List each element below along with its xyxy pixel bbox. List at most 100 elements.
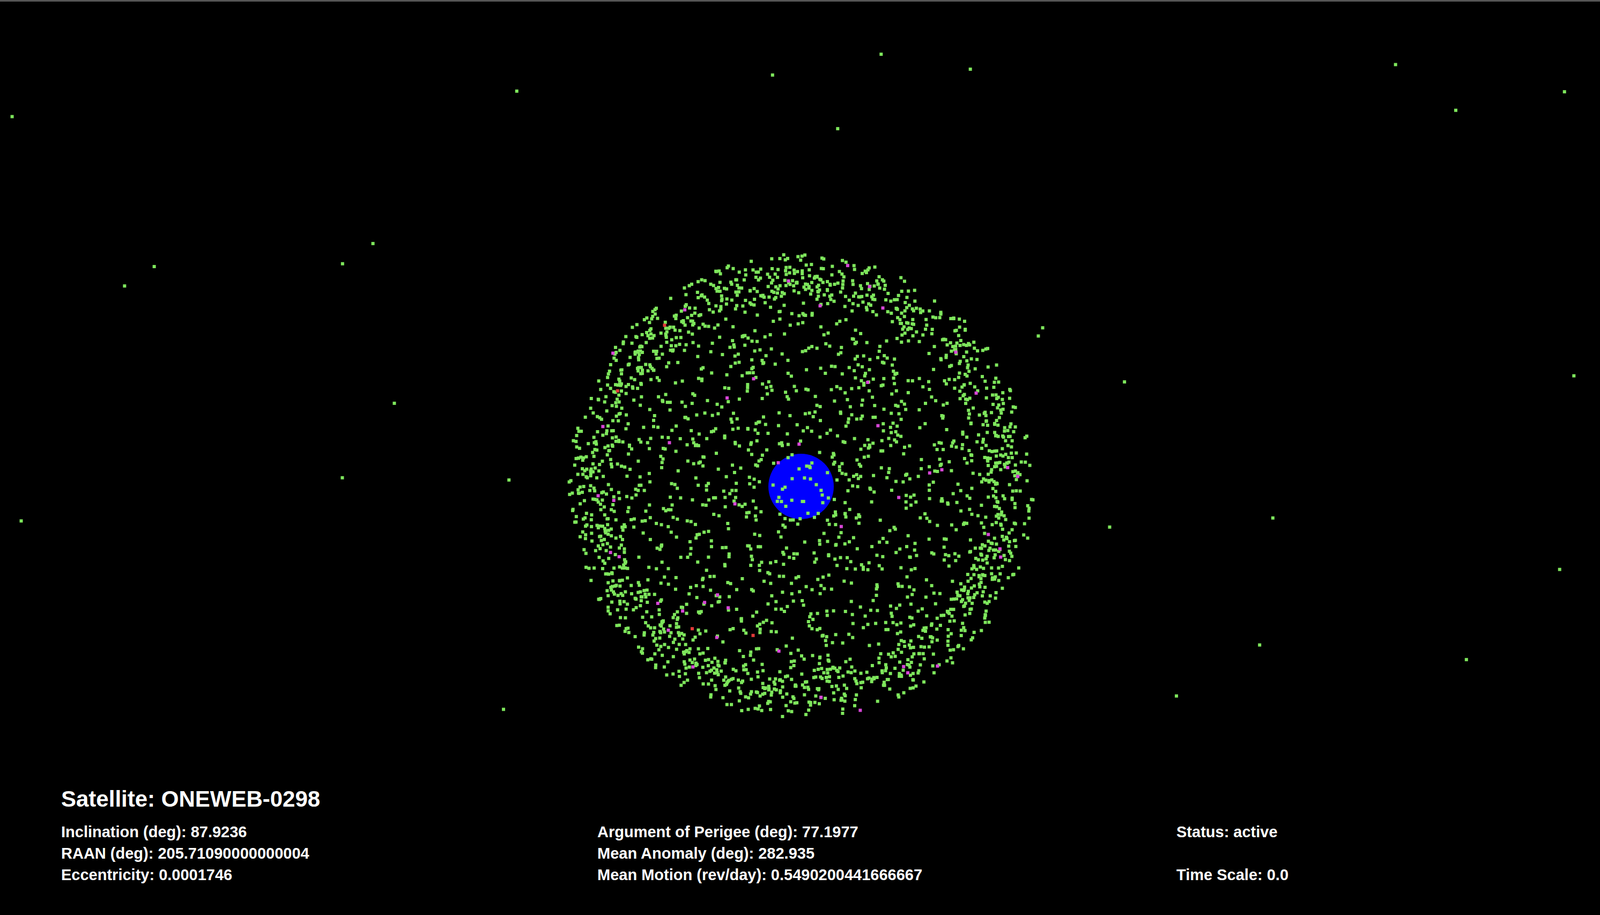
- satellite-dot: [1001, 493, 1005, 498]
- satellite-dot: [839, 345, 843, 350]
- satellite-dot: [631, 608, 635, 612]
- satellite-dot: [617, 497, 621, 501]
- satellite-dot: [990, 393, 995, 397]
- satellite-dot: [578, 501, 582, 506]
- satellite-dot: [755, 289, 759, 293]
- satellite-dot: [786, 708, 790, 713]
- satellite-dot: [667, 326, 671, 330]
- satellite-dot: [892, 438, 896, 442]
- satellite-dot: [721, 695, 725, 700]
- satellite-dot: [961, 354, 966, 359]
- satellite-dot: [604, 492, 609, 496]
- satellite-dot: [816, 611, 820, 616]
- satellite-dot: [914, 553, 918, 558]
- satellite-dot: [877, 656, 881, 660]
- satellite-dot: [826, 671, 830, 675]
- satellite-dot: [868, 487, 872, 491]
- satellite-dot: [693, 311, 697, 315]
- satellite-dot: [862, 354, 866, 358]
- satellite-dot: [909, 602, 913, 606]
- satellite-dot: [606, 609, 610, 613]
- satellite-dot: [583, 536, 588, 540]
- satellite-dot: [836, 281, 840, 285]
- orbit-scene[interactable]: [0, 1, 1600, 774]
- satellite-dot: [574, 514, 579, 518]
- satellite-dot: [858, 295, 862, 299]
- satellite-dot: [950, 523, 954, 527]
- satellite-dot: [734, 290, 738, 294]
- satellite-dot: [622, 550, 626, 554]
- satellite-dot: [995, 405, 999, 410]
- satellite-dot: [801, 349, 805, 353]
- satellite-dot: [880, 554, 885, 559]
- satellite-dot: [830, 455, 834, 459]
- satellite-dot: [902, 314, 907, 318]
- satellite-dot: [815, 297, 819, 301]
- satellite-dot: [972, 583, 976, 588]
- satellite-dot: [800, 672, 804, 676]
- satellite-dot: [641, 531, 646, 535]
- satellite-dot: [999, 411, 1003, 415]
- satellite-dot: [783, 278, 787, 283]
- satellite-dot: [1010, 439, 1014, 443]
- satellite-dot: [1008, 483, 1012, 487]
- satellite-dot: [950, 444, 954, 448]
- satellite-dot: [822, 531, 826, 535]
- satellite-dot: [855, 546, 859, 551]
- satellite-dot: [595, 476, 599, 480]
- satellite-dot: [968, 549, 973, 553]
- satellite-dot: [891, 650, 895, 655]
- satellite-dot: [689, 546, 693, 551]
- satellite-dot: [1010, 455, 1014, 459]
- satellite-dot: [653, 626, 657, 630]
- satellite-dot: [810, 653, 814, 657]
- satellite-dot: [886, 677, 891, 681]
- satellite-dot: [769, 384, 773, 389]
- satellite-dot: [761, 361, 765, 366]
- satellite-dot: [676, 630, 680, 634]
- satellite-dot: [597, 462, 602, 466]
- satellite-dot: [909, 639, 913, 643]
- satellite-dot: [838, 468, 842, 472]
- satellite-dot: [875, 553, 879, 557]
- satellite-dot: [757, 704, 761, 708]
- satellite-dot: [675, 621, 679, 626]
- satellite-dot: [806, 511, 810, 515]
- satellite-dot: [986, 365, 990, 369]
- satellite-dot: [783, 269, 788, 273]
- satellite-dot: [678, 495, 683, 500]
- satellite-dot: [582, 484, 586, 488]
- satellite-dot: [742, 278, 746, 282]
- satellite-dot: [624, 607, 628, 611]
- satellite-dot: [697, 376, 701, 381]
- satellite-dot: [959, 633, 964, 637]
- satellite-dot: [698, 460, 702, 464]
- satellite-dot: [954, 350, 958, 354]
- satellite-dot: [817, 701, 821, 706]
- satellite-dot: [865, 282, 870, 286]
- satellite-dot: [739, 708, 744, 713]
- satellite-dot: [1026, 536, 1030, 540]
- satellite-dot: [859, 671, 863, 675]
- satellite-dot: [620, 368, 624, 372]
- satellite-dot: [749, 563, 753, 567]
- satellite-dot: [693, 522, 698, 527]
- satellite-viewer: Satellite: ONEWEB-0298Inclination (deg):…: [0, 0, 1600, 915]
- satellite-dot: [760, 708, 764, 713]
- satellite-dot: [765, 386, 769, 390]
- satellite-dot: [969, 638, 973, 642]
- satellite-dot: [879, 383, 884, 388]
- satellite-dot: [797, 291, 801, 295]
- satellite-dot: [894, 479, 898, 484]
- satellite-dot: [921, 333, 925, 337]
- satellite-dot: [793, 701, 797, 705]
- satellite-dot: [880, 439, 884, 443]
- satellite-dot: [601, 543, 605, 547]
- satellite-dot: [884, 665, 888, 670]
- satellite-dot: [758, 347, 762, 352]
- satellite-dot: [763, 300, 767, 305]
- satellite-dot: [589, 531, 594, 535]
- satellite-dot: [982, 525, 986, 529]
- satellite-dot: [664, 365, 669, 369]
- satellite-dot: [782, 332, 787, 336]
